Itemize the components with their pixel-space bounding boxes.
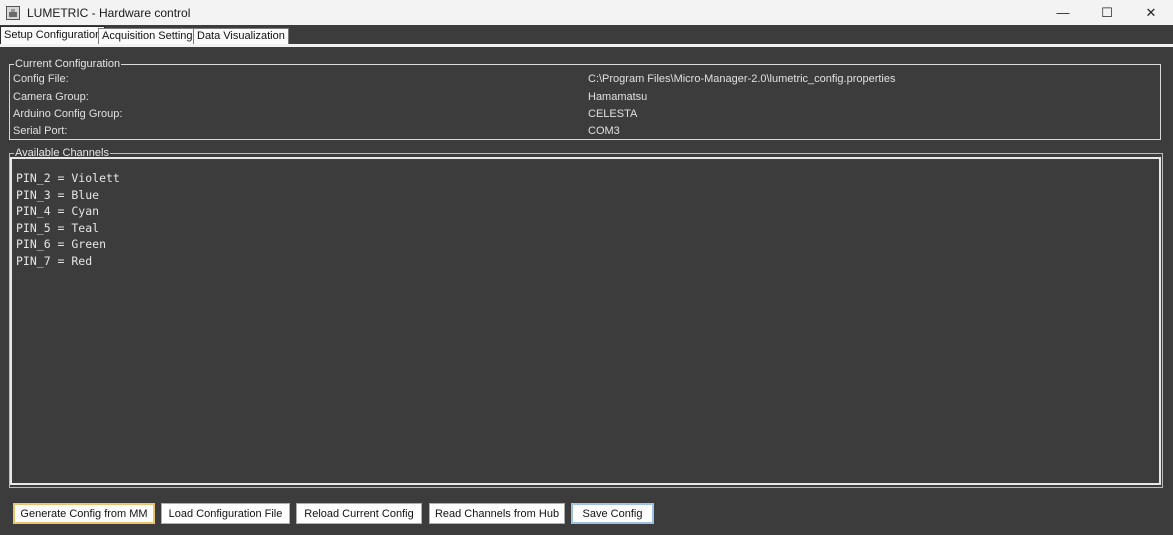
channel-line: PIN_7 = Red (16, 254, 93, 268)
channel-line: PIN_2 = Violett (16, 171, 120, 185)
current-configuration-title: Current Configuration (14, 58, 122, 70)
read-channels-button[interactable]: Read Channels from Hub (429, 503, 565, 524)
channel-line: PIN_6 = Green (16, 237, 107, 251)
tab-setup-configuration[interactable]: Setup Configuration (0, 26, 106, 45)
window-controls: — ☐ ✕ (1041, 0, 1173, 25)
generate-config-button[interactable]: Generate Config from MM (13, 503, 155, 524)
save-config-button[interactable]: Save Config (571, 503, 654, 524)
tab-acquisition-settings[interactable]: Acquisition Settings (98, 28, 202, 45)
app-icon (6, 5, 20, 20)
title-bar: LUMETRIC - Hardware control — ☐ ✕ (0, 0, 1173, 25)
close-icon[interactable]: ✕ (1129, 0, 1173, 25)
minimize-icon[interactable]: — (1041, 0, 1085, 25)
current-configuration-group: Current Configuration (9, 58, 1161, 140)
serial-port-label: Serial Port: (13, 125, 68, 137)
config-file-value: C:\Program Files\Micro-Manager-2.0\lumet… (588, 73, 896, 85)
reload-current-config-button[interactable]: Reload Current Config (296, 503, 422, 524)
arduino-config-group-value: CELESTA (588, 108, 638, 120)
camera-group-label: Camera Group: (13, 91, 89, 103)
channel-line: PIN_3 = Blue (16, 188, 100, 202)
camera-group-value: Hamamatsu (588, 91, 648, 103)
channels-text-area[interactable]: PIN_2 = Violett PIN_3 = Blue PIN_4 = Cya… (10, 157, 1161, 485)
window-title: LUMETRIC - Hardware control (27, 5, 191, 20)
load-configuration-button[interactable]: Load Configuration File (161, 503, 290, 524)
serial-port-value: COM3 (588, 125, 620, 137)
maximize-icon[interactable]: ☐ (1085, 0, 1129, 25)
tab-data-visualization[interactable]: Data Visualization (193, 28, 289, 45)
config-file-label: Config File: (13, 73, 69, 85)
channel-line: PIN_5 = Teal (16, 221, 100, 235)
tab-underline (0, 44, 1173, 47)
arduino-config-group-label: Arduino Config Group: (13, 108, 123, 120)
channel-line: PIN_4 = Cyan (16, 204, 100, 218)
